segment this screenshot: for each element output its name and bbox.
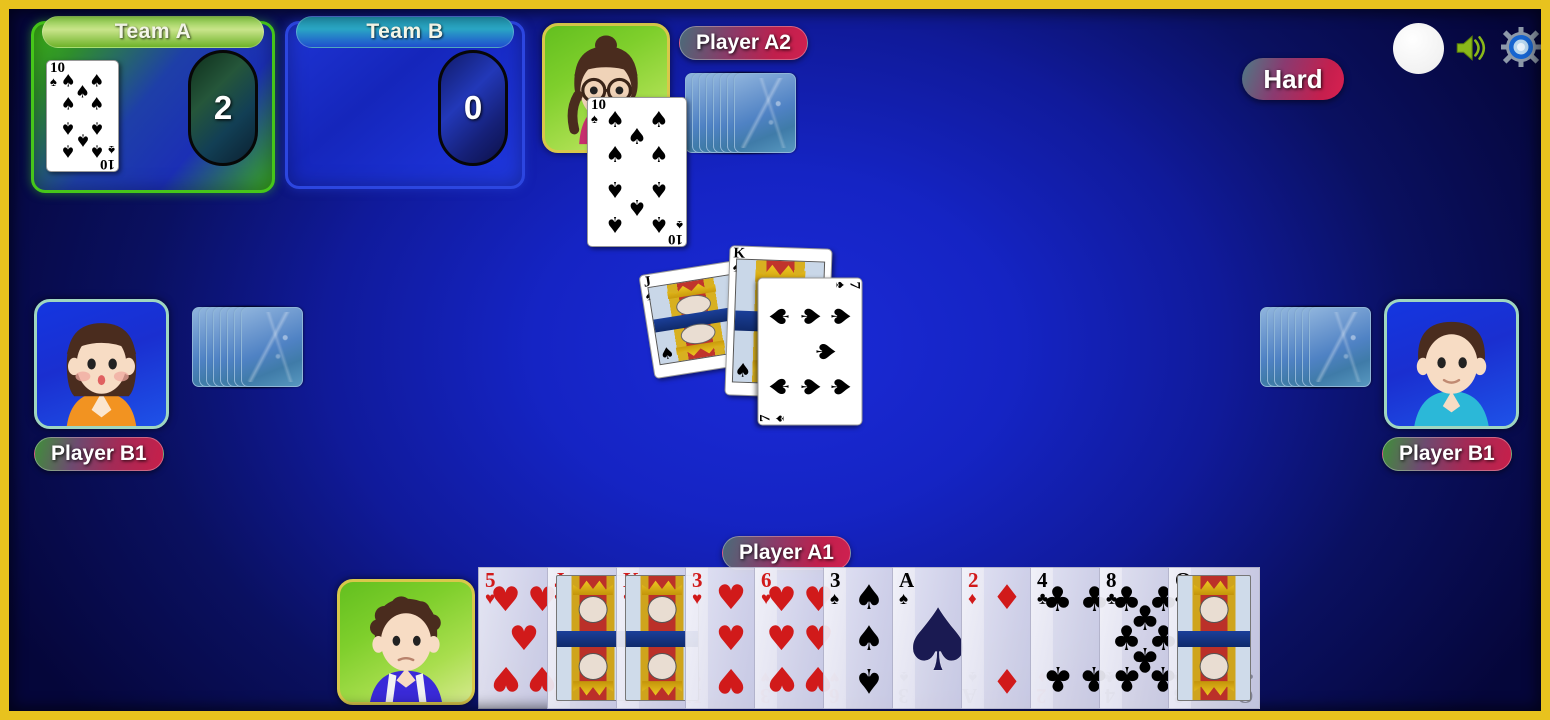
court-card-art — [1177, 575, 1251, 701]
player-b1-right-card-backs — [1260, 307, 1371, 387]
player-hand[interactable]: 5♥5♥♥♥♥♥♥J♥J♥K♥K♥3♥3♥♥♥♥6♥6♥♥♥♥♥♥♥3♠3♠♠♠… — [478, 567, 1260, 709]
player-a2-card-backs — [685, 73, 796, 153]
team-b-score: 0 — [438, 50, 508, 166]
avatar-circle-button[interactable] — [1393, 23, 1444, 74]
team-b-label: Team B — [296, 16, 514, 48]
woman-bob-orange-icon — [66, 323, 137, 426]
boy-cyan-shirt-icon — [1414, 321, 1489, 426]
gear-icon[interactable] — [1501, 27, 1541, 67]
card-back — [241, 307, 303, 387]
played-card-player-a2: 10 ♠ 10 ♠ ♠ ♠ ♠ ♠ ♠ ♠ ♠ ♠ ♠ ♠ — [587, 97, 687, 247]
avatar-player-b1-left[interactable] — [34, 299, 169, 429]
player-b1-left-name: Player B1 — [34, 437, 164, 471]
player-b1-right-name: Player B1 — [1382, 437, 1512, 471]
team-a-score: 2 — [188, 50, 258, 166]
card-back — [734, 73, 796, 153]
played-card-right: 7 ♠ 7 ♠ ♠ ♠ ♠ ♠ ♠ ♠ ♠ — [757, 277, 863, 426]
game-table: Team A 10 ♠ 10 ♠ ♠ ♠ ♠ ♠ ♠ ♠ ♠ ♠ ♠ ♠ 2 Team B 0 Playe… — [0, 0, 1550, 720]
player-a1-name: Player A1 — [722, 536, 851, 570]
avatar-player-a1[interactable] — [337, 579, 475, 705]
player-a2-name: Player A2 — [679, 26, 808, 60]
playing-card: 7 ♠ 7 ♠ ♠ ♠ ♠ ♠ ♠ ♠ ♠ — [757, 277, 863, 426]
team-a-panel: Team A 10 ♠ 10 ♠ ♠ ♠ ♠ ♠ ♠ ♠ ♠ ♠ ♠ ♠ 2 — [31, 16, 275, 193]
playing-card: 10 ♠ 10 ♠ ♠ ♠ ♠ ♠ ♠ ♠ ♠ ♠ ♠ ♠ — [587, 97, 687, 247]
player-b1-left-card-backs — [192, 307, 303, 387]
avatar-player-b1-right[interactable] — [1384, 299, 1519, 429]
team-a-captured-card: 10 ♠ 10 ♠ ♠ ♠ ♠ ♠ ♠ ♠ ♠ ♠ ♠ ♠ — [46, 60, 119, 172]
team-a-label: Team A — [42, 16, 264, 48]
hand-card[interactable]: Q♣Q♣ — [1168, 567, 1260, 709]
boy-curly-overalls-icon — [370, 596, 442, 702]
team-b-panel: Team B 0 — [285, 16, 525, 189]
sound-on-icon[interactable] — [1453, 31, 1487, 65]
difficulty-badge[interactable]: Hard — [1242, 58, 1344, 100]
card-back — [1309, 307, 1371, 387]
